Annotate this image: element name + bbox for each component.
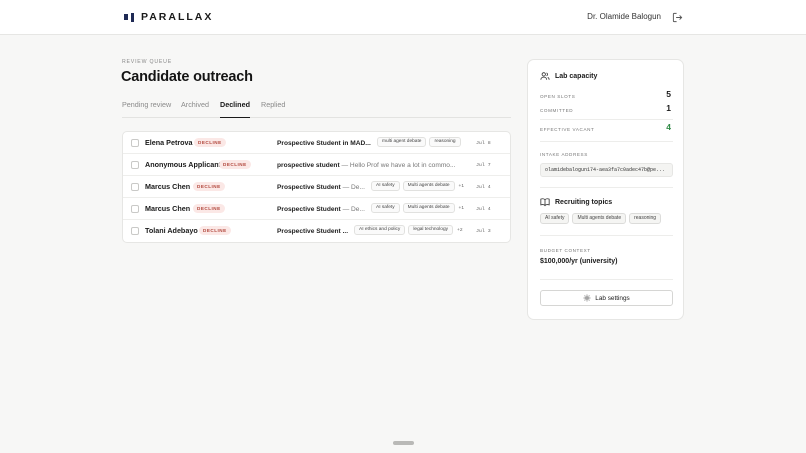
candidate-name: Anonymous Applicant xyxy=(145,160,222,169)
status-badge: DECLINE xyxy=(193,204,225,213)
subject-text: Prospective Student ... xyxy=(277,228,349,235)
subject-text: Prospective Student xyxy=(277,184,341,191)
row-checkbox[interactable] xyxy=(131,183,139,191)
topic-tag: Multi agents debate xyxy=(402,181,455,191)
topic-chip: AI safety xyxy=(540,213,570,224)
list-item[interactable]: Tolani Adebayo DECLINE Prospective Stude… xyxy=(123,220,510,242)
divider xyxy=(540,141,673,142)
status-badge: DECLINE xyxy=(219,160,251,169)
gear-icon xyxy=(583,294,591,302)
status-badge: DECLINE xyxy=(199,226,231,235)
tab-replied[interactable]: Replied xyxy=(261,100,285,118)
row-checkbox[interactable] xyxy=(131,139,139,147)
message-subject: Prospective Student ... xyxy=(277,228,349,235)
row-date: Jul 7 xyxy=(476,163,491,168)
lab-settings-label: Lab settings xyxy=(595,294,630,302)
intake-address-field[interactable]: olamidebalogun174-aea3fa7c0adec47b@pe... xyxy=(540,163,673,177)
message-subject: Prospective Student — De... xyxy=(277,206,366,213)
budget-context-label: BUDGET CONTEXT xyxy=(540,248,591,253)
lab-settings-button[interactable]: Lab settings xyxy=(540,290,673,306)
message-snippet: — De... xyxy=(342,206,365,213)
open-slots-label: OPEN SLOTS xyxy=(540,94,576,99)
tab-archived[interactable]: Archived xyxy=(181,100,209,118)
divider xyxy=(540,119,673,120)
page-title: Candidate outreach xyxy=(121,69,253,85)
list-item[interactable]: Marcus Chen DECLINE Prospective Student … xyxy=(123,198,510,220)
lab-capacity-title: Lab capacity xyxy=(555,72,598,80)
recruiting-topics-list: AI safety Multi agents debate reasoning xyxy=(540,213,662,224)
message-snippet: — De... xyxy=(342,184,365,191)
committed-value: 1 xyxy=(666,103,671,113)
list-item[interactable]: Marcus Chen DECLINE Prospective Student … xyxy=(123,176,510,198)
tag-list: AI safety Multi agents debate +1 xyxy=(371,181,464,191)
committed-label: COMMITTED xyxy=(540,108,574,113)
budget-context-value: $100,000/yr (university) xyxy=(540,258,618,265)
candidate-name: Tolani Adebayo xyxy=(145,226,198,235)
book-open-icon xyxy=(540,198,550,207)
tag-list: multi agent debate reasoning xyxy=(377,137,461,147)
row-checkbox[interactable] xyxy=(131,227,139,235)
row-date: Jul 4 xyxy=(476,185,491,190)
topic-tag: legal technology xyxy=(408,225,454,235)
row-date: Jul 4 xyxy=(476,207,491,212)
tab-bar: Pending review Archived Declined Replied xyxy=(122,99,511,118)
recruiting-topics-heading: Recruiting topics xyxy=(540,197,612,207)
lab-capacity-heading: Lab capacity xyxy=(540,71,597,81)
users-icon xyxy=(540,72,550,80)
more-tags-count: +2 xyxy=(457,227,463,233)
topic-chip: Multi agents debate xyxy=(572,213,627,224)
divider xyxy=(540,279,673,280)
candidate-name: Marcus Chen xyxy=(145,182,191,191)
message-subject: Prospective Student in MAD... xyxy=(277,140,371,147)
row-date: Jul 3 xyxy=(476,229,491,234)
scroll-indicator[interactable] xyxy=(393,441,414,445)
message-subject: prospective student — Hello Prof we have… xyxy=(277,162,462,169)
divider xyxy=(540,235,673,236)
parallax-logo-icon xyxy=(124,12,135,23)
candidate-name: Marcus Chen xyxy=(145,204,191,213)
top-bar: PARALLAX Dr. Olamide Balogun xyxy=(0,0,806,35)
row-checkbox[interactable] xyxy=(131,205,139,213)
topic-tag: AI ethics and policy xyxy=(354,225,406,235)
status-badge: DECLINE xyxy=(193,182,225,191)
more-tags-count: +1 xyxy=(458,183,465,189)
brand-name: PARALLAX xyxy=(141,11,214,23)
list-item[interactable]: Anonymous Applicant DECLINE prospective … xyxy=(123,154,510,176)
lab-panel: Lab capacity OPEN SLOTS 5 COMMITTED 1 EF… xyxy=(527,59,684,320)
row-checkbox[interactable] xyxy=(131,161,139,169)
recruiting-topics-title: Recruiting topics xyxy=(555,198,613,206)
effective-vacant-value: 4 xyxy=(666,122,671,132)
logout-icon[interactable] xyxy=(672,12,683,23)
subject-text: Prospective Student in MAD... xyxy=(277,140,371,147)
topic-tag: AI safety xyxy=(371,203,400,213)
outreach-list: Elena Petrova DECLINE Prospective Studen… xyxy=(122,131,511,243)
user-name: Dr. Olamide Balogun xyxy=(587,12,661,21)
effective-vacant-label: EFFECTIVE VACANT xyxy=(540,127,595,132)
tab-declined[interactable]: Declined xyxy=(220,100,250,118)
tab-pending-review[interactable]: Pending review xyxy=(122,100,171,118)
topic-tag: Multi agents debate xyxy=(402,203,455,213)
brand-logo[interactable]: PARALLAX xyxy=(124,11,213,23)
more-tags-count: +1 xyxy=(458,205,465,211)
topic-tag: multi agent debate xyxy=(377,137,427,147)
tag-list: AI ethics and policy legal technology +2 xyxy=(354,225,463,235)
message-snippet: — Hello Prof we have a lot in commo... xyxy=(341,162,456,169)
tag-list: AI safety Multi agents debate +1 xyxy=(371,203,464,213)
status-badge: DECLINE xyxy=(194,138,226,147)
subject-text: Prospective Student xyxy=(277,206,341,213)
open-slots-value: 5 xyxy=(666,89,671,99)
row-date: Jul 8 xyxy=(476,141,491,146)
topic-tag: reasoning xyxy=(429,137,461,147)
list-item[interactable]: Elena Petrova DECLINE Prospective Studen… xyxy=(123,132,510,154)
page-eyebrow: REVIEW QUEUE xyxy=(122,59,172,65)
divider xyxy=(540,187,673,188)
candidate-name: Elena Petrova xyxy=(145,138,193,147)
message-subject: Prospective Student — De... xyxy=(277,184,366,191)
subject-text: prospective student xyxy=(277,162,340,169)
topic-chip: reasoning xyxy=(629,213,662,224)
intake-address-label: INTAKE ADDRESS xyxy=(540,152,588,157)
topic-tag: AI safety xyxy=(371,181,400,191)
